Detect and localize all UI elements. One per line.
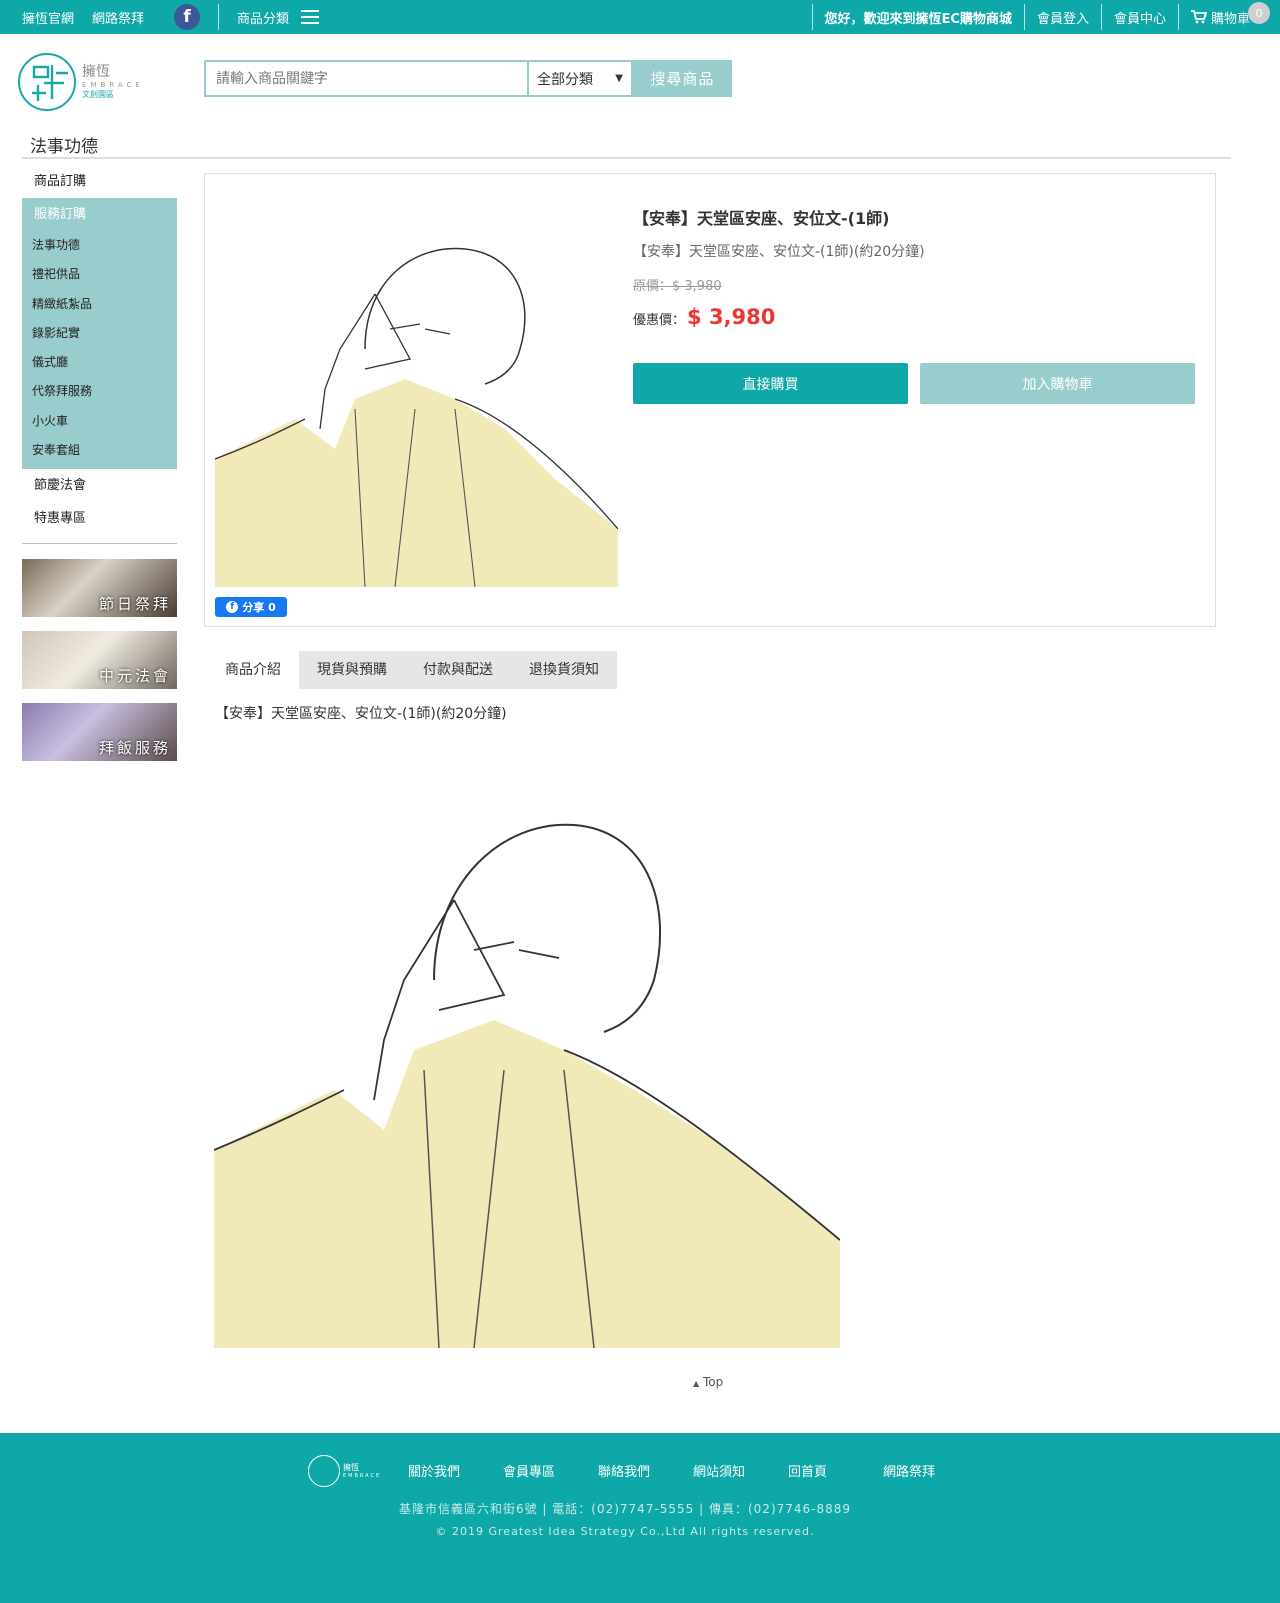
facebook-icon[interactable]: f — [174, 4, 201, 30]
page-title: 法事功德 — [30, 137, 98, 157]
search-input[interactable] — [204, 60, 527, 97]
product-tabs: 商品介紹 現貨與預購 付款與配送 退換貨須知 — [207, 651, 617, 689]
footer-link-online-worship[interactable]: 網路祭拜 — [883, 1461, 978, 1480]
sidebar-item-special[interactable]: 特惠專區 — [22, 502, 177, 535]
sale-price-label: 優惠價： — [633, 313, 686, 328]
divider — [22, 543, 177, 545]
top-bar: 擁恆官網 網路祭拜 f 商品分類 您好，歡迎來到擁恆EC購物商城 會員登入 會員… — [0, 0, 1280, 34]
sidebar-item[interactable]: 代祭拜服務 — [22, 377, 177, 406]
category-menu-label[interactable]: 商品分類 — [237, 8, 289, 27]
cart-link[interactable]: 購物車 — [1211, 8, 1250, 27]
product-title: 【安奉】天堂區安座、安位文-(1師) — [633, 209, 890, 228]
original-price: 原價：$ 3,980 — [633, 279, 722, 294]
logo-name: 擁恆 — [82, 64, 110, 81]
facebook-icon: f — [226, 601, 239, 613]
member-center-link[interactable]: 會員中心 — [1114, 8, 1166, 27]
add-to-cart-button[interactable]: 加入購物車 — [920, 363, 1195, 404]
divider — [1100, 4, 1102, 30]
footer-nav: 關於我們 會員專區 聯絡我們 網站須知 回首頁 網路祭拜 — [408, 1461, 978, 1480]
banner-meal-service[interactable]: 拜飯服務 — [22, 703, 177, 762]
product-subtitle: 【安奉】天堂區安座、安位文-(1師)(約20分鐘) — [633, 244, 925, 260]
banner-ghost-festival[interactable]: 中元法會 — [22, 631, 177, 690]
arrow-up-icon: ▲ — [693, 1379, 700, 1388]
sale-price-row: 優惠價： $ 3,980 — [633, 305, 775, 329]
product-description: 【安奉】天堂區安座、安位文-(1師)(約20分鐘) — [215, 706, 507, 722]
sidebar-item[interactable]: 儀式廳 — [22, 348, 177, 377]
dropdown-arrow-icon: ▼ — [615, 73, 623, 84]
footer-link-about[interactable]: 關於我們 — [408, 1461, 503, 1480]
divider — [218, 4, 220, 30]
banner-label: 中元法會 — [98, 667, 171, 686]
cart-count-badge: 0 — [1248, 2, 1270, 24]
sidebar-item-product-order[interactable]: 商品訂購 — [22, 165, 177, 198]
tab-product-intro[interactable]: 商品介紹 — [207, 651, 299, 689]
category-select-value: 全部分類 — [537, 71, 593, 88]
banner-label: 拜飯服務 — [98, 739, 171, 758]
sidebar-item[interactable]: 小火車 — [22, 407, 177, 436]
footer-link-members[interactable]: 會員專區 — [503, 1461, 598, 1480]
logo-text: 擁恆 EMBRACE 文創園區 — [82, 63, 144, 101]
official-site-link[interactable]: 擁恆官網 — [22, 8, 74, 27]
back-to-top-link[interactable]: ▲ Top — [693, 1375, 723, 1389]
logo-tag: 文創園區 — [82, 90, 114, 100]
cart-icon[interactable] — [1190, 10, 1207, 24]
online-worship-link[interactable]: 網路祭拜 — [92, 8, 144, 27]
sidebar-item[interactable]: 錄影紀實 — [22, 319, 177, 348]
welcome-text: 您好，歡迎來到擁恆EC購物商城 — [824, 11, 1012, 27]
login-link[interactable]: 會員登入 — [1037, 8, 1089, 27]
sidebar-item[interactable]: 安奉套組 — [22, 436, 177, 465]
tab-return-policy[interactable]: 退換貨須知 — [511, 651, 617, 689]
sidebar-group-service: 服務訂購 法事功德 禮祀供品 精緻紙紮品 錄影紀實 儀式廳 代祭拜服務 小火車 … — [22, 198, 177, 470]
share-count: 分享 0 — [242, 601, 276, 614]
footer-copyright: © 2019 Greatest Idea Strategy Co.,Ltd Al… — [435, 1525, 815, 1538]
sidebar-item[interactable]: 精緻紙紮品 — [22, 290, 177, 319]
footer-link-contact[interactable]: 聯絡我們 — [598, 1461, 693, 1480]
footer-logo[interactable]: 擁恆 EMBRACE — [308, 1453, 388, 1489]
facebook-share-button[interactable]: f 分享 0 — [215, 597, 287, 617]
divider — [1177, 4, 1179, 30]
sidebar-item[interactable]: 法事功德 — [22, 231, 177, 260]
site-logo[interactable]: 擁恆 EMBRACE 文創園區 — [18, 52, 163, 112]
description-image — [214, 800, 840, 1348]
tab-payment-delivery[interactable]: 付款與配送 — [405, 651, 511, 689]
footer-address: 基隆市信義區六和街6號 | 電話：(02)7747-5555 | 傳真：(02)… — [398, 1502, 852, 1516]
search-bar: 全部分類 ▼ 搜尋商品 — [204, 60, 732, 97]
footer-logo-sub: EMBRACE — [343, 1472, 382, 1479]
page-header: 法事功德 — [22, 128, 1231, 159]
sidebar-group-header[interactable]: 服務訂購 — [22, 198, 177, 231]
product-image — [215, 229, 618, 587]
tab-stock-preorder[interactable]: 現貨與預購 — [299, 651, 405, 689]
footer-logo-name: 擁恆 — [343, 1463, 359, 1473]
sidebar-item-festival[interactable]: 節慶法會 — [22, 469, 177, 502]
buy-now-button[interactable]: 直接購買 — [633, 363, 908, 404]
sidebar-item[interactable]: 禮祀供品 — [22, 260, 177, 289]
footer-logo-text: 擁恆 EMBRACE — [343, 1463, 381, 1479]
banner-festival-worship[interactable]: 節日祭拜 — [22, 559, 177, 618]
footer-link-home[interactable]: 回首頁 — [788, 1461, 883, 1480]
divider — [811, 4, 813, 30]
sidebar: 商品訂購 服務訂購 法事功德 禮祀供品 精緻紙紮品 錄影紀實 儀式廳 代祭拜服務… — [22, 165, 177, 775]
product-panel: f 分享 0 【安奉】天堂區安座、安位文-(1師) 【安奉】天堂區安座、安位文-(… — [204, 173, 1216, 627]
hamburger-menu-icon[interactable] — [301, 10, 320, 24]
divider — [1023, 4, 1025, 30]
banner-label: 節日祭拜 — [98, 595, 171, 614]
footer: 擁恆 EMBRACE 關於我們 會員專區 聯絡我們 網站須知 回首頁 網路祭拜 … — [0, 1433, 1280, 1603]
category-select[interactable]: 全部分類 ▼ — [527, 60, 633, 97]
search-button[interactable]: 搜尋商品 — [633, 60, 732, 97]
logo-mark-icon — [18, 53, 76, 111]
footer-link-terms[interactable]: 網站須知 — [693, 1461, 788, 1480]
logo-mark-icon — [308, 1455, 340, 1487]
back-to-top-label: Top — [702, 1375, 724, 1389]
sale-price: $ 3,980 — [687, 305, 776, 329]
